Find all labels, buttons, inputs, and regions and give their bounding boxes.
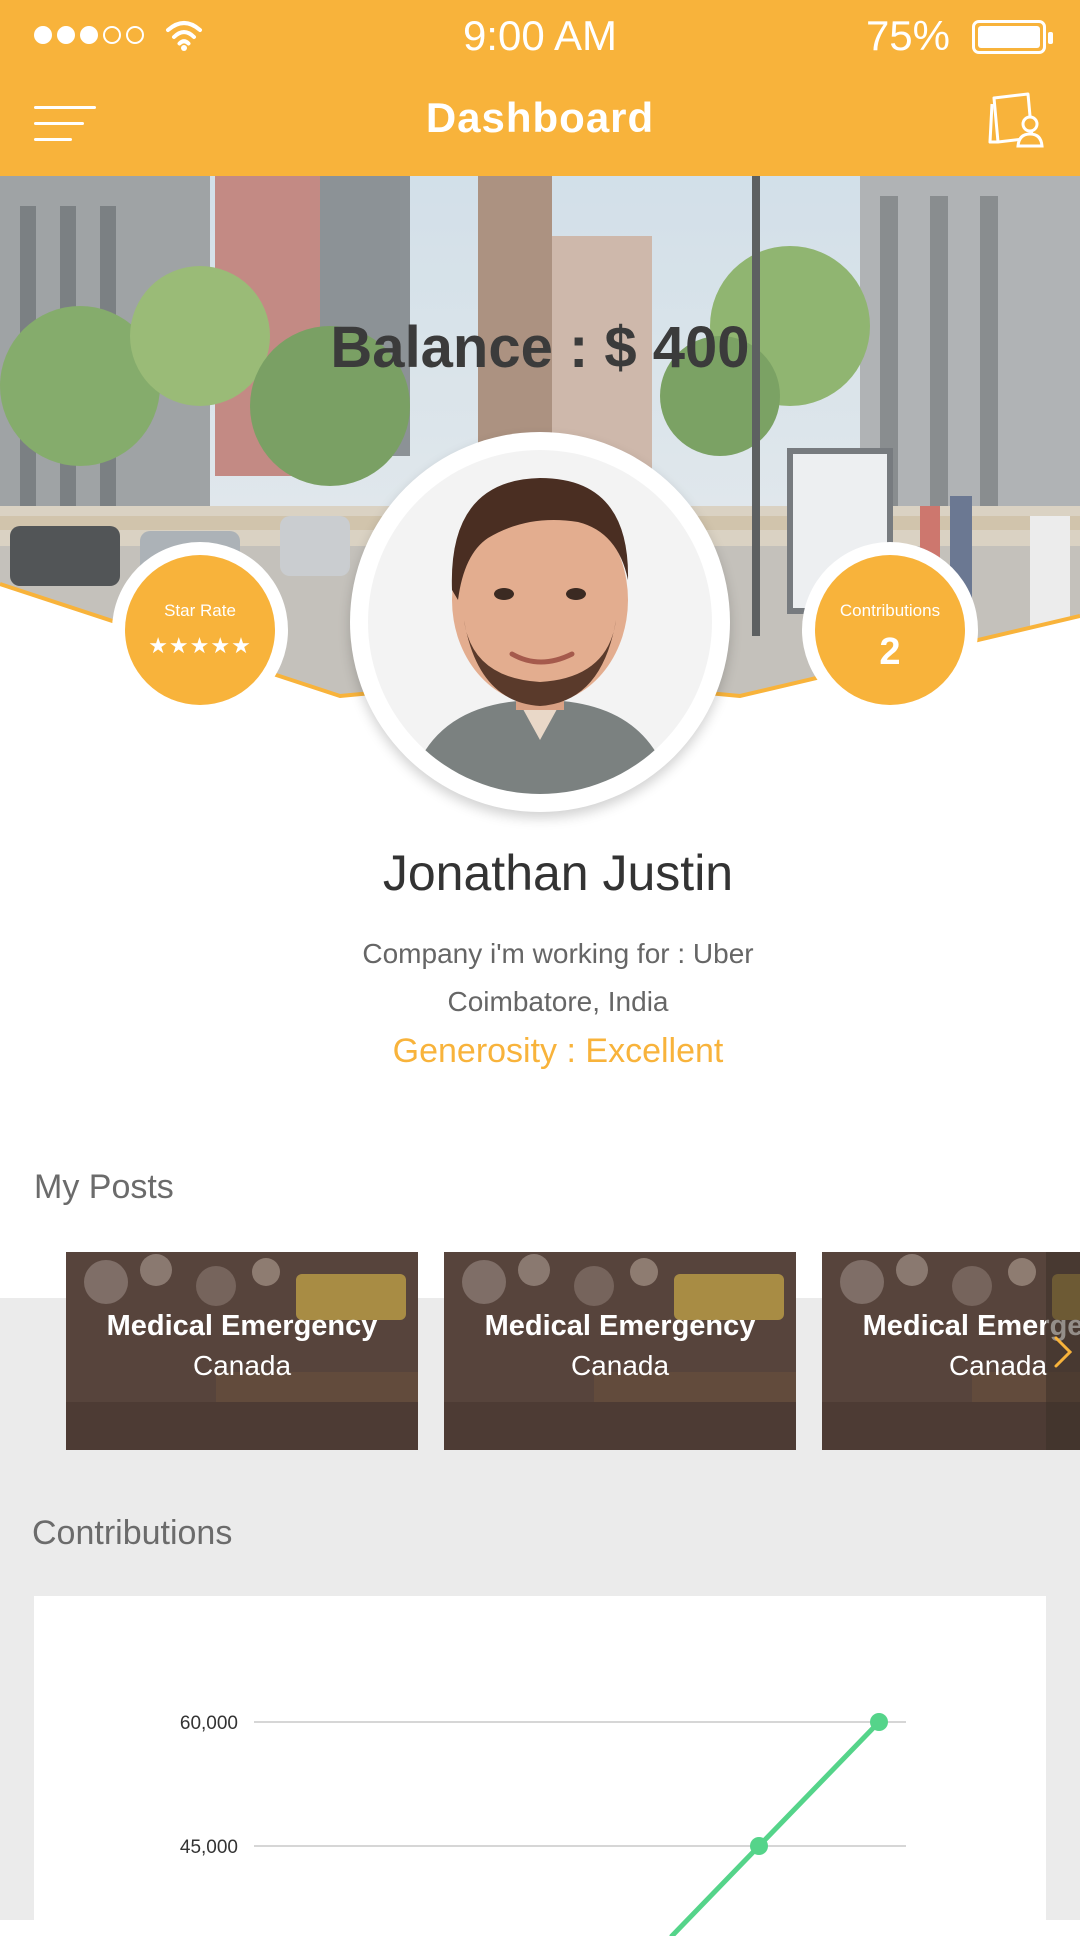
- post-location: Canada: [192, 1350, 292, 1381]
- profile-card-icon[interactable]: [988, 90, 1044, 150]
- battery-percentage: 75%: [865, 12, 950, 59]
- contributions-label: Contributions: [839, 601, 941, 620]
- contributions-count: 2: [879, 631, 901, 673]
- avatar[interactable]: [350, 432, 730, 812]
- star-rate-badge: Star Rate ★★★★★: [112, 542, 288, 718]
- page-title: Dashboard: [425, 94, 655, 141]
- star-rate-label: Star Rate: [164, 601, 236, 620]
- avatar-photo: [368, 450, 712, 794]
- post-title: Medical Emergency: [106, 1310, 378, 1342]
- contributions-line-chart: 60,000 45,000: [180, 1713, 906, 1936]
- balance-amount: Balance : $ 400: [330, 315, 750, 380]
- data-point[interactable]: [750, 1837, 768, 1855]
- y-tick-label: 45,000: [180, 1837, 238, 1858]
- user-name: Jonathan Justin: [382, 845, 734, 901]
- series-line: [669, 1719, 882, 1936]
- post-title: Medical Emergency: [484, 1310, 756, 1342]
- post-location: Canada: [570, 1350, 670, 1381]
- contributions-badge: Contributions 2: [802, 542, 978, 718]
- post-card[interactable]: Medical Emergency Canada: [66, 1252, 418, 1450]
- star-rating-icons: ★★★★★: [148, 633, 252, 658]
- y-tick-label: 60,000: [180, 1713, 238, 1734]
- nav-bar: Dashboard: [0, 72, 1080, 176]
- chevron-right-icon[interactable]: [1046, 1252, 1080, 1450]
- my-posts-title: My Posts: [34, 1168, 174, 1206]
- post-card[interactable]: Medical Emergency Canada: [444, 1252, 796, 1450]
- status-bar: 9:00 AM 75%: [0, 0, 1080, 72]
- battery-icon: [972, 20, 1053, 54]
- company-info: Company i'm working for : Uber: [362, 938, 754, 969]
- post-card[interactable]: Medical Emergency Canada: [822, 1252, 1080, 1450]
- data-point[interactable]: [870, 1713, 888, 1731]
- post-title: Medical Emergency: [862, 1310, 1080, 1342]
- contributions-chart: 60,000 45,000: [34, 1596, 1046, 1936]
- generosity-rating: Generosity : Excellent: [392, 1032, 724, 1070]
- user-location: Coimbatore, India: [447, 986, 669, 1017]
- post-location: Canada: [948, 1350, 1048, 1381]
- posts-carousel[interactable]: Medical Emergency Canada Medical Emergency…: [0, 1252, 1080, 1450]
- contributions-title: Contributions: [32, 1514, 233, 1552]
